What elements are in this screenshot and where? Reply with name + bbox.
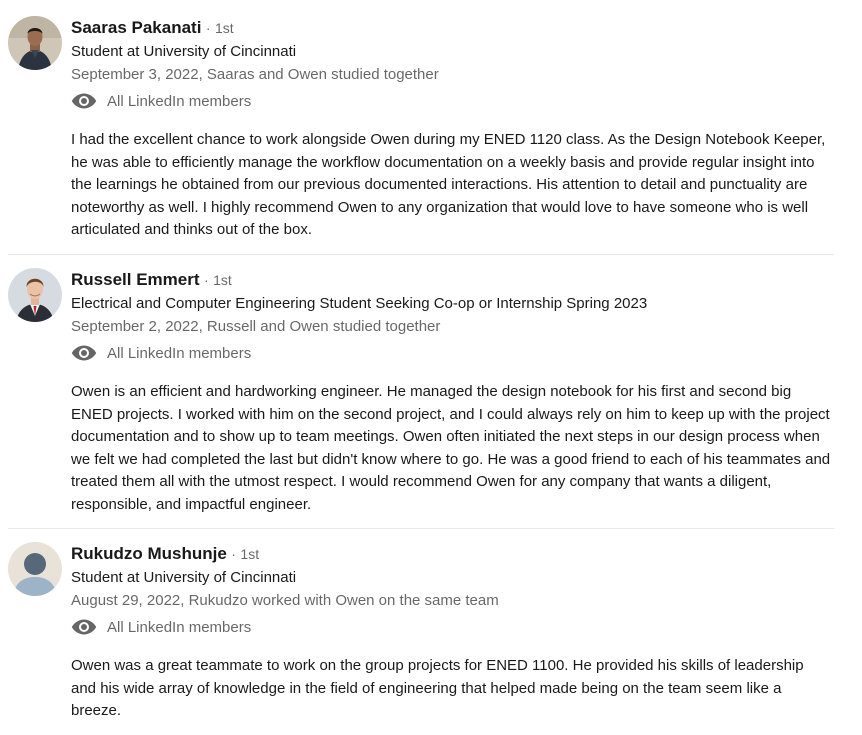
recommender-headline: Electrical and Computer Engineering Stud… [71, 295, 648, 312]
connection-degree: 1st [213, 272, 232, 288]
connection-degree: 1st [240, 546, 260, 562]
avatar[interactable] [8, 542, 62, 596]
visibility-row: All LinkedIn members [71, 614, 831, 640]
recommender-headline: Student at University of Cincinnati [71, 43, 297, 60]
recommendation-card: Rukudzo Mushunje · 1st Student at Univer… [8, 542, 834, 727]
recommender-info: Saaras Pakanati · 1st Student at Univers… [71, 16, 831, 114]
separator-dot: · [203, 272, 209, 288]
recommendation-card: Saaras Pakanati · 1st Student at Univers… [8, 16, 834, 246]
separator-dot: · [205, 20, 211, 36]
recommender-info: Rukudzo Mushunje · 1st Student at Univer… [71, 542, 831, 640]
recommendation-text: Owen is an efficient and hardworking eng… [71, 383, 831, 513]
visibility-row: All LinkedIn members [71, 88, 831, 114]
name-line: Saaras Pakanati · 1st [71, 16, 831, 40]
eye-icon [71, 345, 97, 361]
recommender-headline: Student at University of Cincinnati [71, 569, 297, 586]
recommendation-meta: August 29, 2022, Rukudzo worked with Owe… [71, 592, 499, 609]
visibility-row: All LinkedIn members [71, 340, 831, 366]
divider [8, 528, 834, 529]
visibility-label: All LinkedIn members [107, 618, 252, 636]
separator-dot: · [231, 546, 236, 562]
name-line: Rukudzo Mushunje · 1st [71, 542, 831, 566]
eye-icon [71, 619, 97, 635]
visibility-label: All LinkedIn members [107, 92, 252, 110]
eye-icon [71, 93, 97, 109]
recommender-name[interactable]: Rukudzo Mushunje [71, 544, 227, 563]
recommendation-text: Owen was a great teammate to work on the… [71, 657, 804, 720]
recommendation-card: Russell Emmert · 1st Electrical and Comp… [8, 268, 834, 518]
avatar[interactable] [8, 16, 62, 70]
recommender-name[interactable]: Saaras Pakanati [71, 18, 201, 37]
recommendation-meta: September 3, 2022, Saaras and Owen studi… [71, 66, 439, 83]
connection-degree: 1st [215, 20, 234, 36]
recommender-name[interactable]: Russell Emmert [71, 270, 200, 289]
avatar[interactable] [8, 268, 62, 322]
recommender-info: Russell Emmert · 1st Electrical and Comp… [71, 268, 831, 366]
visibility-label: All LinkedIn members [107, 344, 252, 362]
recommendation-meta: September 2, 2022, Russell and Owen stud… [71, 318, 441, 335]
divider [8, 254, 834, 255]
name-line: Russell Emmert · 1st [71, 268, 831, 292]
recommendation-text: I had the excellent chance to work along… [71, 131, 826, 239]
